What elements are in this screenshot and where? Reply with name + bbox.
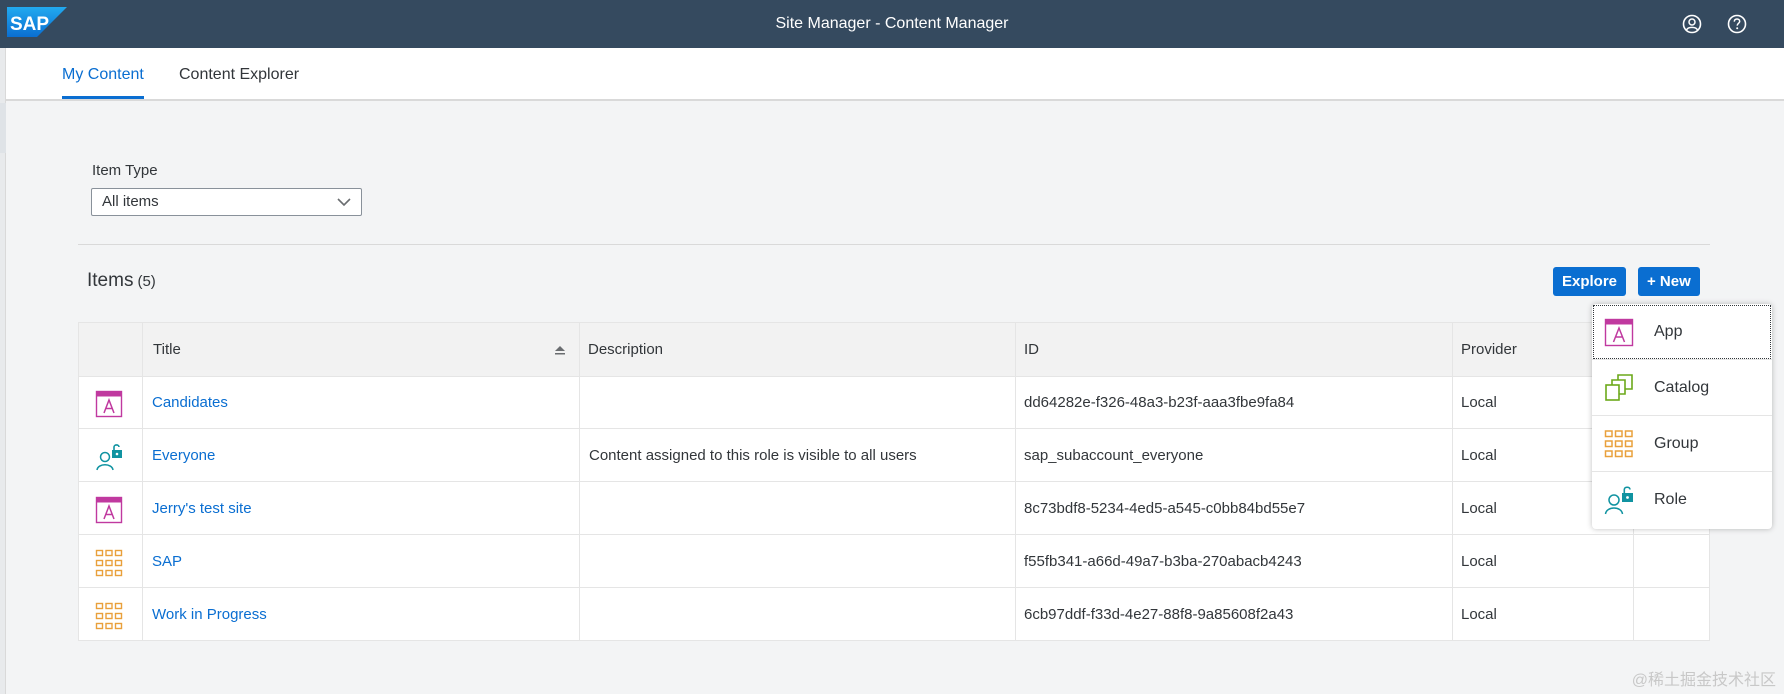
tab-content-explorer[interactable]: Content Explorer [179,48,299,99]
row-description: Content assigned to this role is visible… [589,447,917,464]
tab-bar: My Content Content Explorer [6,48,1784,101]
menu-item-label: Catalog [1654,379,1710,396]
app-icon [1604,317,1634,347]
group-icon [95,602,123,630]
role-icon [1604,485,1634,515]
row-id: 8c73bdf8-5234-4ed5-a545-c0bb84bd55e7 [1024,500,1306,517]
item-type-value: All items [102,193,159,210]
row-id: sap_subaccount_everyone [1024,447,1204,464]
row-provider: Local [1461,553,1497,570]
menu-item-role[interactable]: Role [1592,472,1772,528]
item-type-select[interactable]: All items [91,188,362,216]
row-title-link[interactable]: Candidates [152,377,228,429]
table-row[interactable]: Candidates dd64282e-f326-48a3-b23f-aaa3f… [79,377,1709,429]
column-description[interactable]: Description [588,323,663,377]
table-row[interactable]: Work in Progress 6cb97ddf-f33d-4e27-88f8… [79,589,1709,641]
side-nav-marker [0,103,6,153]
row-id: dd64282e-f326-48a3-b23f-aaa3fbe9fa84 [1024,394,1295,411]
table-row[interactable]: Everyone Content assigned to this role i… [79,430,1709,482]
side-navigation-strip [0,48,6,694]
sort-ascending-icon [554,345,566,355]
row-provider: Local [1461,394,1497,411]
help-icon[interactable] [1726,13,1748,35]
items-heading: Items (5) [87,270,156,292]
group-icon [95,549,123,577]
row-title-link[interactable]: Jerry's test site [152,483,252,535]
app-title: Site Manager - Content Manager [775,15,1009,32]
row-id: 6cb97ddf-f33d-4e27-88f8-9a85608f2a43 [1024,606,1294,623]
menu-item-catalog[interactable]: Catalog [1592,360,1772,416]
user-icon[interactable] [1681,13,1703,35]
items-count: (5) [137,273,156,290]
watermark: @稀土掘金技术社区 [1631,672,1776,689]
row-title-link[interactable]: Everyone [152,430,215,482]
menu-item-label: Role [1654,491,1687,508]
catalog-icon [1604,373,1634,403]
items-table: Title Description ID Provider Candidates… [78,322,1710,641]
table-row[interactable]: SAP f55fb341-a66d-49a7-b3ba-270abacb4243… [79,536,1709,588]
shell-bar: SAP Site Manager - Content Manager [0,0,1784,48]
menu-item-group[interactable]: Group [1592,416,1772,472]
app-icon [95,390,123,418]
menu-item-label: App [1654,323,1683,340]
menu-item-app[interactable]: App [1592,304,1772,360]
item-type-label: Item Type [92,162,158,179]
app-icon [95,496,123,524]
explore-button[interactable]: Explore [1553,267,1627,296]
row-provider: Local [1461,447,1497,464]
role-icon [95,443,123,471]
tab-my-content[interactable]: My Content [62,48,144,99]
new-button[interactable]: + New [1638,267,1700,296]
column-id[interactable]: ID [1024,323,1039,377]
group-icon [1604,429,1634,459]
table-row[interactable]: Jerry's test site 8c73bdf8-5234-4ed5-a54… [79,483,1709,535]
filter-separator [78,244,1710,245]
new-item-menu: App Catalog Group Role [1592,304,1772,529]
table-header: Title Description ID Provider [79,323,1709,377]
row-title-link[interactable]: SAP [152,536,182,588]
row-title-link[interactable]: Work in Progress [152,589,267,641]
menu-item-label: Group [1654,435,1699,452]
items-title: Items [87,270,134,291]
row-provider: Local [1461,606,1497,623]
column-provider[interactable]: Provider [1461,323,1517,377]
column-title[interactable]: Title [153,323,181,377]
row-id: f55fb341-a66d-49a7-b3ba-270abacb4243 [1024,553,1302,570]
chevron-down-icon[interactable] [336,196,352,208]
row-provider: Local [1461,500,1497,517]
